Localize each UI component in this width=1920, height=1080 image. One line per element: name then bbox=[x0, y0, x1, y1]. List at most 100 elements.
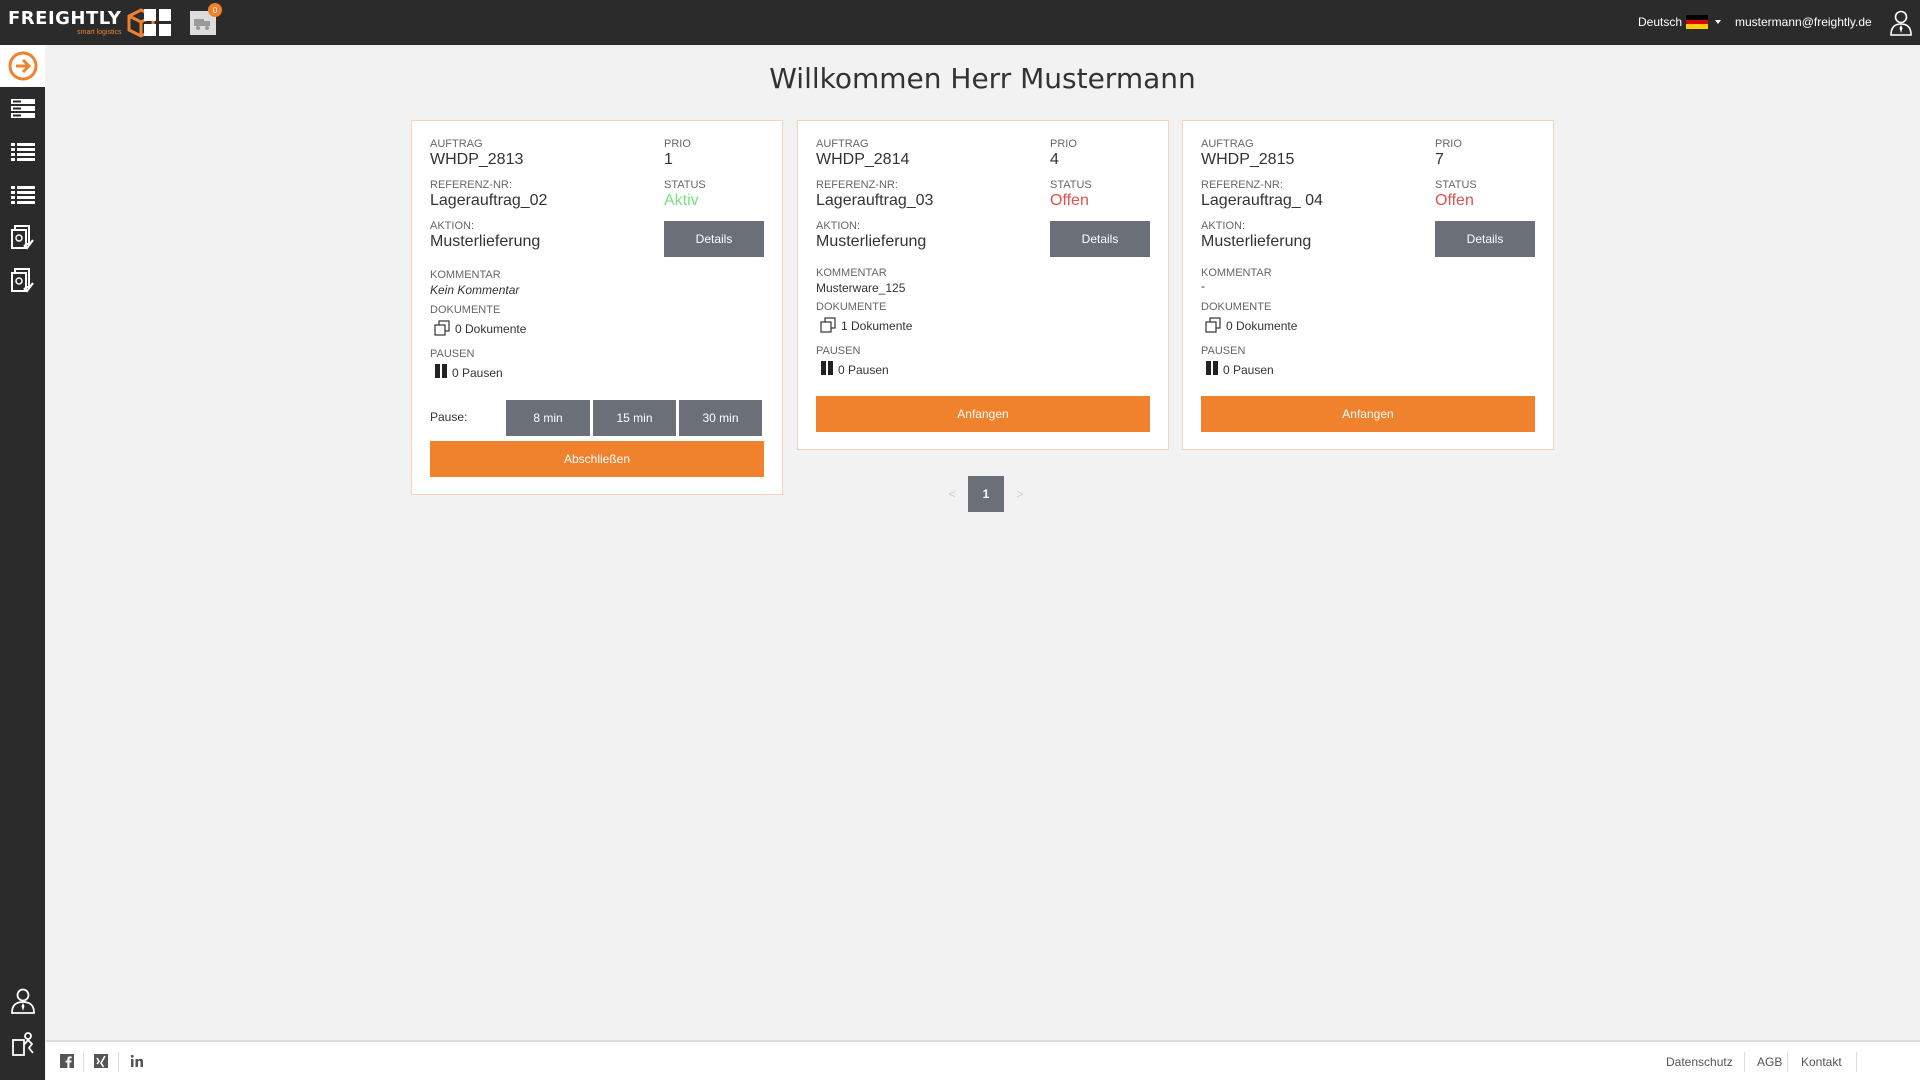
status-value: Aktiv bbox=[664, 192, 699, 209]
user-icon[interactable] bbox=[1890, 10, 1912, 36]
dokumente-value[interactable]: 0 Dokumente bbox=[455, 322, 526, 336]
prio-label: PRIO bbox=[1050, 138, 1077, 150]
pause-label: Pause: bbox=[430, 410, 468, 424]
status-value: Offen bbox=[1050, 192, 1089, 209]
details-button[interactable]: Details bbox=[1435, 221, 1535, 257]
apps-grid-icon[interactable] bbox=[144, 9, 172, 37]
referenz-label: REFERENZ-NR: bbox=[816, 179, 898, 191]
kontakt-link[interactable]: Kontakt bbox=[1801, 1055, 1842, 1069]
prio-value: 7 bbox=[1435, 151, 1444, 168]
order-card: AUFTRAG WHDP_2813 PRIO 1 REFERENZ-NR: La… bbox=[411, 120, 783, 495]
aktion-label: AKTION: bbox=[816, 220, 861, 232]
referenz-value: Lagerauftrag_ 04 bbox=[1201, 192, 1323, 209]
logo-tagline: smart logistics bbox=[77, 29, 122, 36]
auftrag-value: WHDP_2814 bbox=[816, 151, 910, 168]
document-check-icon bbox=[10, 268, 34, 293]
pausen-label: PAUSEN bbox=[816, 345, 861, 357]
document-check-icon bbox=[10, 225, 34, 250]
abschliessen-button[interactable]: Abschließen bbox=[430, 441, 764, 477]
user-email[interactable]: mustermann@freightly.de bbox=[1735, 15, 1872, 29]
copy-documents-icon bbox=[1205, 317, 1221, 333]
pausen-value: 0 Pausen bbox=[452, 366, 503, 380]
dokumente-label: DOKUMENTE bbox=[816, 301, 887, 313]
footer-divider bbox=[1744, 1052, 1745, 1072]
dokumente-value[interactable]: 0 Dokumente bbox=[1226, 319, 1297, 333]
footer-divider bbox=[83, 1052, 84, 1072]
stack-list-icon bbox=[10, 99, 35, 118]
referenz-label: REFERENZ-NR: bbox=[430, 179, 512, 191]
pause-icon bbox=[435, 364, 447, 378]
pause-15-button[interactable]: 15 min bbox=[593, 400, 676, 436]
german-flag-icon bbox=[1686, 15, 1709, 29]
pagination-page[interactable]: 1 bbox=[968, 476, 1004, 512]
status-label: STATUS bbox=[1050, 179, 1092, 191]
footer: Datenschutz AGB Kontakt bbox=[46, 1040, 1920, 1080]
kommentar-value: Musterware_125 bbox=[816, 281, 906, 295]
auftrag-label: AUFTRAG bbox=[816, 138, 869, 150]
details-button[interactable]: Details bbox=[664, 221, 764, 257]
footer-divider bbox=[118, 1052, 119, 1072]
aktion-label: AKTION: bbox=[1201, 220, 1246, 232]
dokumente-label: DOKUMENTE bbox=[1201, 301, 1272, 313]
pause-8-button[interactable]: 8 min bbox=[506, 400, 590, 436]
referenz-label: REFERENZ-NR: bbox=[1201, 179, 1283, 191]
logo-text: FREIGHTLY bbox=[8, 8, 122, 29]
kommentar-value: - bbox=[1201, 279, 1205, 293]
sidebar-item-document-check-two[interactable] bbox=[0, 260, 45, 302]
agb-link[interactable]: AGB bbox=[1757, 1055, 1782, 1069]
referenz-value: Lagerauftrag_03 bbox=[816, 192, 934, 209]
status-label: STATUS bbox=[664, 179, 706, 191]
kommentar-label: KOMMENTAR bbox=[430, 269, 501, 281]
pause-icon bbox=[1206, 361, 1218, 375]
aktion-value: Musterlieferung bbox=[816, 233, 927, 250]
language-selector[interactable]: Deutsch bbox=[1638, 15, 1722, 29]
anfangen-button[interactable]: Anfangen bbox=[1201, 396, 1535, 432]
aktion-value: Musterlieferung bbox=[1201, 233, 1312, 250]
chevron-down-icon bbox=[1715, 20, 1722, 24]
datenschutz-link[interactable]: Datenschutz bbox=[1666, 1055, 1733, 1069]
prio-value: 1 bbox=[664, 151, 673, 168]
xing-icon[interactable] bbox=[94, 1054, 108, 1068]
pausen-label: PAUSEN bbox=[430, 348, 475, 360]
sidebar-item-list-two[interactable] bbox=[0, 174, 45, 216]
freightly-logo[interactable]: FREIGHTLY smart logistics bbox=[8, 8, 155, 38]
sidebar-item-document-check[interactable] bbox=[0, 217, 45, 259]
pagination-prev[interactable]: < bbox=[940, 487, 964, 501]
prio-label: PRIO bbox=[664, 138, 691, 150]
pagination: < 1 > bbox=[940, 476, 1032, 512]
footer-divider bbox=[1856, 1052, 1857, 1072]
list-icon bbox=[10, 186, 35, 204]
order-card: AUFTRAG WHDP_2815 PRIO 7 REFERENZ-NR: La… bbox=[1182, 120, 1554, 450]
prio-label: PRIO bbox=[1435, 138, 1462, 150]
page-title: Willkommen Herr Mustermann bbox=[769, 62, 1196, 95]
aktion-label: AKTION: bbox=[430, 220, 475, 232]
pause-30-button[interactable]: 30 min bbox=[679, 400, 762, 436]
status-value: Offen bbox=[1435, 192, 1474, 209]
pagination-next[interactable]: > bbox=[1008, 487, 1032, 501]
sidebar-item-profile[interactable] bbox=[0, 980, 45, 1022]
linkedin-icon[interactable] bbox=[130, 1054, 144, 1068]
list-icon bbox=[10, 143, 35, 161]
sidebar-item-list-one[interactable] bbox=[0, 131, 45, 173]
pause-icon bbox=[821, 361, 833, 375]
kommentar-value: Kein Kommentar bbox=[430, 283, 520, 297]
details-button[interactable]: Details bbox=[1050, 221, 1150, 257]
pausen-label: PAUSEN bbox=[1201, 345, 1246, 357]
pausen-value: 0 Pausen bbox=[838, 363, 889, 377]
aktion-value: Musterlieferung bbox=[430, 233, 541, 250]
sidebar-item-logout[interactable] bbox=[0, 1023, 45, 1065]
anfangen-button[interactable]: Anfangen bbox=[816, 396, 1150, 432]
language-label: Deutsch bbox=[1638, 15, 1683, 29]
logout-icon bbox=[11, 1032, 34, 1056]
dokumente-value[interactable]: 1 Dokumente bbox=[841, 319, 912, 333]
referenz-value: Lagerauftrag_02 bbox=[430, 192, 548, 209]
dokumente-label: DOKUMENTE bbox=[430, 304, 501, 316]
kommentar-label: KOMMENTAR bbox=[816, 267, 887, 279]
user-icon bbox=[10, 988, 35, 1014]
prio-value: 4 bbox=[1050, 151, 1059, 168]
inbox-count-badge: 0 bbox=[208, 3, 222, 17]
order-card: AUFTRAG WHDP_2814 PRIO 4 REFERENZ-NR: La… bbox=[797, 120, 1169, 450]
auftrag-value: WHDP_2813 bbox=[430, 151, 524, 168]
facebook-icon[interactable] bbox=[60, 1054, 74, 1068]
sidebar bbox=[0, 45, 45, 1080]
